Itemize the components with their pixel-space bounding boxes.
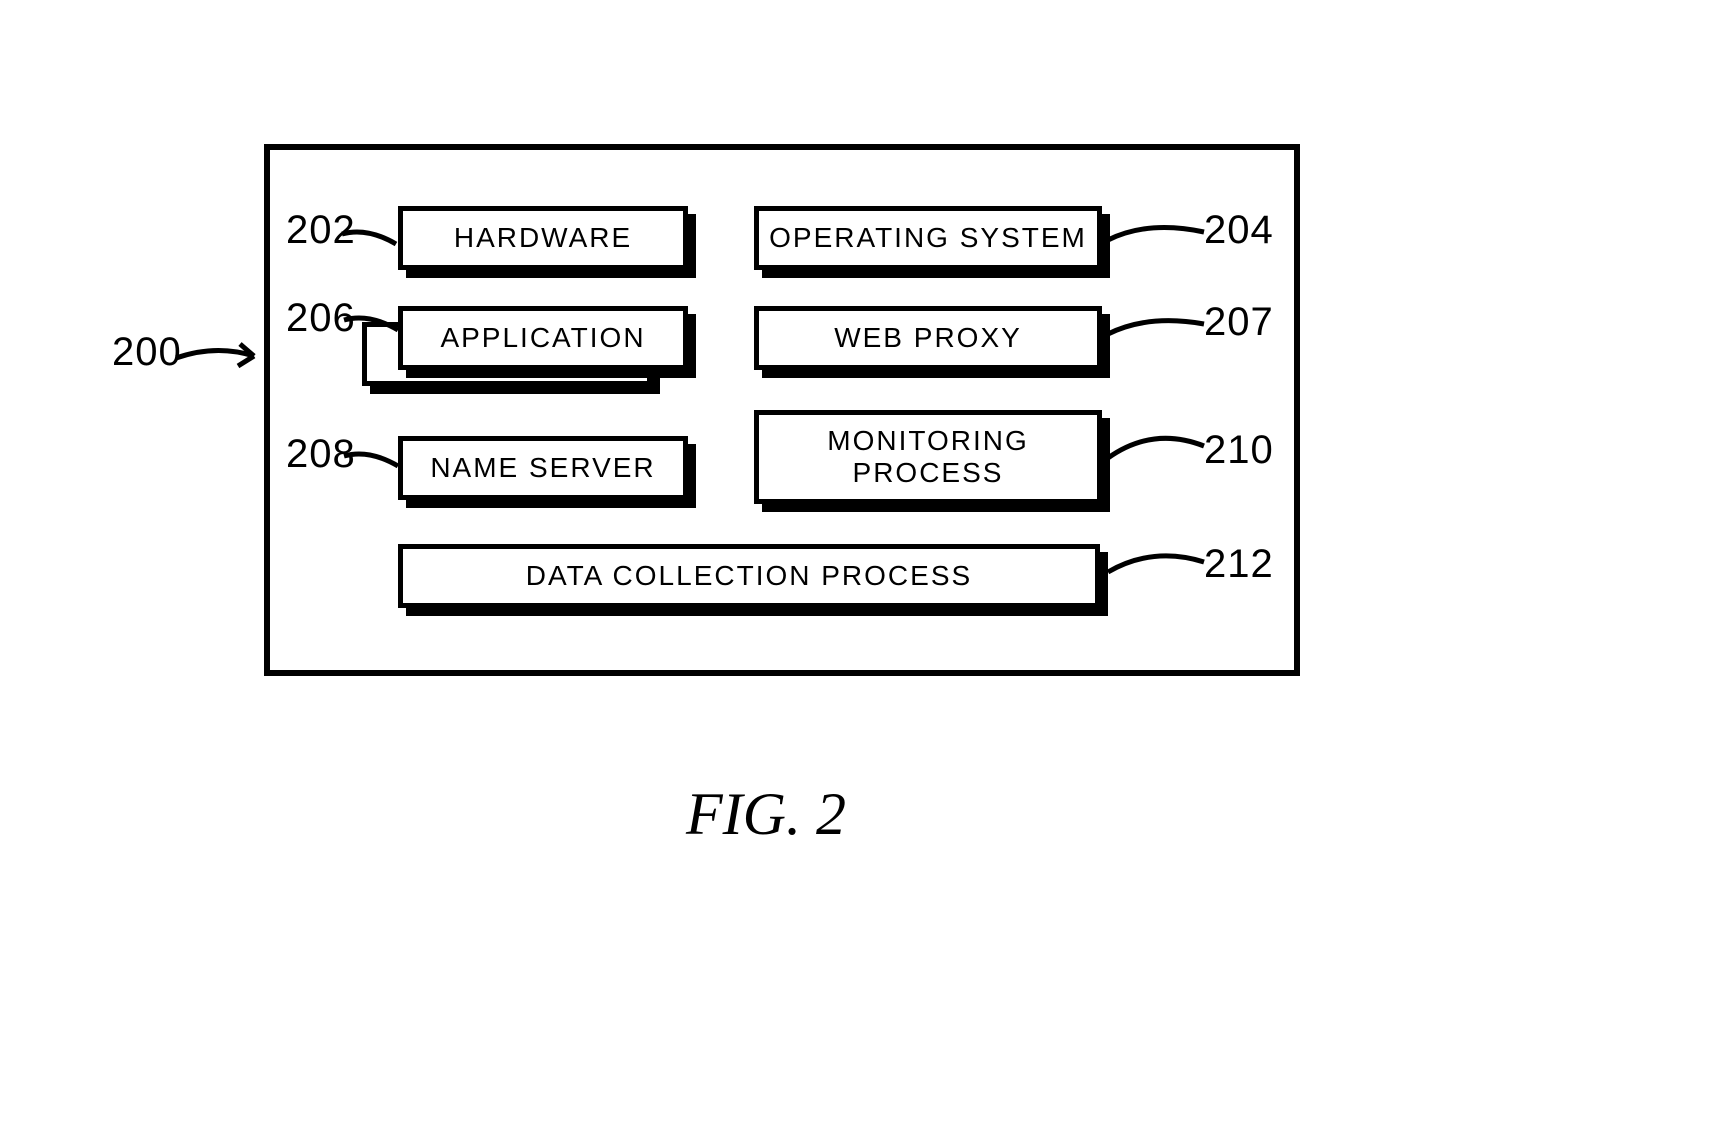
leader-arrow	[176, 340, 276, 380]
leader-line	[1108, 318, 1208, 348]
block-webproxy: WEB PROXY	[754, 306, 1102, 370]
leader-line	[1108, 224, 1208, 254]
block-hardware: HARDWARE	[398, 206, 688, 270]
leader-line	[344, 452, 404, 474]
block-nameserver: NAME SERVER	[398, 436, 688, 500]
block-label: HARDWARE	[454, 222, 632, 254]
block-application: APPLICATION	[398, 306, 688, 370]
block-label: NAME SERVER	[430, 452, 655, 484]
block-os: OPERATING SYSTEM	[754, 206, 1102, 270]
ref-200: 200	[112, 330, 182, 375]
ref-210: 210	[1204, 428, 1274, 473]
block-datacollection: DATA COLLECTION PROCESS	[398, 544, 1100, 608]
leader-line	[1108, 552, 1208, 582]
ref-204: 204	[1204, 208, 1274, 253]
leader-line	[1108, 432, 1208, 466]
block-label: MONITORINGPROCESS	[827, 425, 1028, 489]
figure-caption: FIG. 2	[686, 780, 846, 849]
ref-207: 207	[1204, 300, 1274, 345]
block-label: DATA COLLECTION PROCESS	[526, 560, 972, 592]
block-label: WEB PROXY	[834, 322, 1022, 354]
block-monitoring: MONITORINGPROCESS	[754, 410, 1102, 504]
figure-canvas: HARDWARE 202 OPERATING SYSTEM 204 APPLIC…	[0, 0, 1724, 1132]
ref-212: 212	[1204, 542, 1274, 587]
leader-line	[342, 230, 402, 250]
block-label: APPLICATION	[440, 322, 645, 354]
block-label: OPERATING SYSTEM	[769, 222, 1087, 254]
leader-line	[344, 316, 404, 338]
